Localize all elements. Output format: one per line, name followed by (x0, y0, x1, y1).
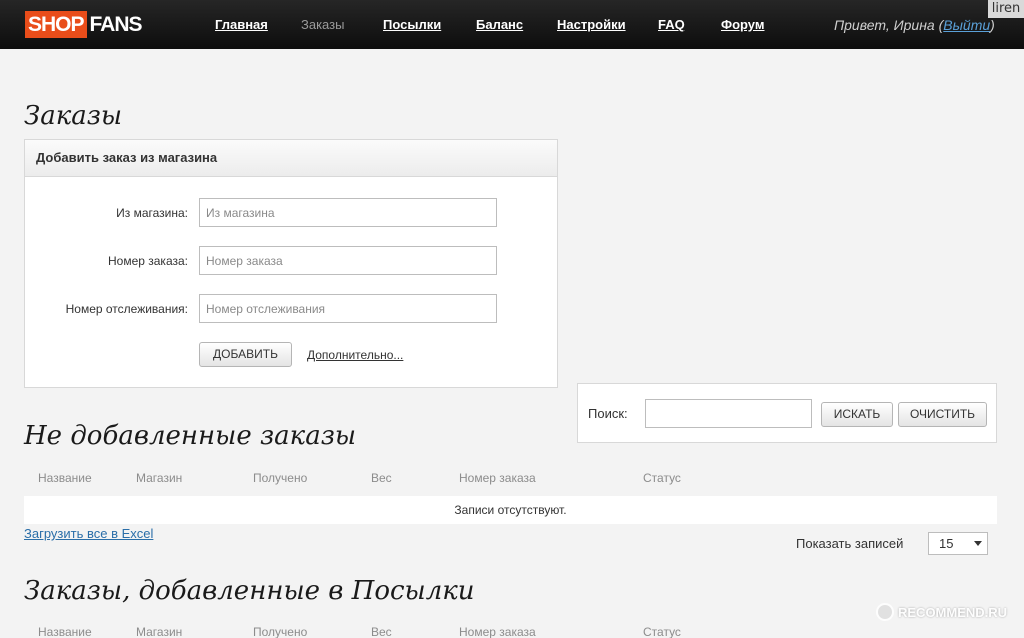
shop-field-label: Из магазина: (116, 206, 188, 220)
shopfans-logo[interactable]: SHOP FANS (25, 11, 143, 38)
not-added-orders-title: Не добавленные заказы (24, 421, 357, 451)
column-header-received[interactable]: Получено (253, 625, 307, 638)
search-panel: Поиск: ИСКАТЬ ОЧИСТИТЬ (577, 383, 997, 443)
clear-search-button[interactable]: ОЧИСТИТЬ (898, 402, 987, 427)
orders-in-parcels-title: Заказы, добавленные в Посылки (24, 576, 475, 606)
column-header-weight[interactable]: Вес (371, 471, 392, 485)
tracking-number-input[interactable] (199, 294, 497, 323)
column-header-order-number[interactable]: Номер заказа (459, 625, 536, 638)
watermark-text: RECOMMEND.RU (898, 604, 1008, 620)
column-header-name[interactable]: Название (38, 625, 92, 638)
user-greeting: Привет, Ирина (Выйти) (834, 17, 995, 33)
order-number-input[interactable] (199, 246, 497, 275)
nav-orders[interactable]: Заказы (301, 17, 344, 32)
column-header-status[interactable]: Статус (643, 625, 681, 638)
empty-table-message: Записи отсутствуют. (24, 496, 997, 524)
nav-settings[interactable]: Настройки (557, 17, 626, 32)
watermark-logo-icon (876, 603, 894, 621)
nav-faq[interactable]: FAQ (658, 17, 685, 32)
user-name-tag: liren (988, 0, 1024, 18)
logout-link[interactable]: Выйти (943, 17, 990, 33)
add-order-panel: Добавить заказ из магазина Из магазина: … (24, 139, 558, 388)
add-order-button[interactable]: ДОБАВИТЬ (199, 342, 292, 367)
tracking-number-field-label: Номер отслеживания: (65, 302, 188, 316)
shop-input[interactable] (199, 198, 497, 227)
column-header-shop[interactable]: Магазин (136, 471, 182, 485)
nav-parcels[interactable]: Посылки (383, 17, 441, 32)
logo-shop-text: SHOP (25, 11, 87, 38)
column-header-name[interactable]: Название (38, 471, 92, 485)
search-button[interactable]: ИСКАТЬ (821, 402, 893, 427)
add-order-panel-heading: Добавить заказ из магазина (25, 140, 557, 177)
chevron-down-icon (974, 541, 982, 546)
nav-balance[interactable]: Баланс (476, 17, 523, 32)
column-header-status[interactable]: Статус (643, 471, 681, 485)
page-size-select[interactable]: 15 (928, 532, 988, 555)
page-title: Заказы (24, 101, 123, 131)
not-added-table-header: Название Магазин Получено Вес Номер зака… (24, 463, 997, 493)
recommend-watermark: RECOMMEND.RU (876, 603, 1007, 621)
column-header-order-number[interactable]: Номер заказа (459, 471, 536, 485)
download-excel-link[interactable]: Загрузить все в Excel (24, 526, 153, 541)
greeting-prefix: Привет, Ирина ( (834, 17, 944, 33)
logo-fans-text: FANS (89, 13, 143, 36)
search-label: Поиск: (588, 406, 628, 421)
search-input[interactable] (645, 399, 812, 428)
page-size-label: Показать записей (796, 536, 904, 551)
order-number-field-label: Номер заказа: (107, 254, 188, 268)
nav-forum[interactable]: Форум (721, 17, 764, 32)
parcels-table-header: Название Магазин Получено Вес Номер зака… (24, 617, 997, 638)
more-options-link[interactable]: Дополнительно... (307, 348, 403, 362)
nav-home[interactable]: Главная (215, 17, 268, 32)
column-header-received[interactable]: Получено (253, 471, 307, 485)
column-header-shop[interactable]: Магазин (136, 625, 182, 638)
greeting-suffix: ) (990, 17, 995, 33)
column-header-weight[interactable]: Вес (371, 625, 392, 638)
page-size-value: 15 (939, 536, 954, 551)
top-navigation-bar: SHOP FANS Главная Заказы Посылки Баланс … (0, 0, 1024, 49)
